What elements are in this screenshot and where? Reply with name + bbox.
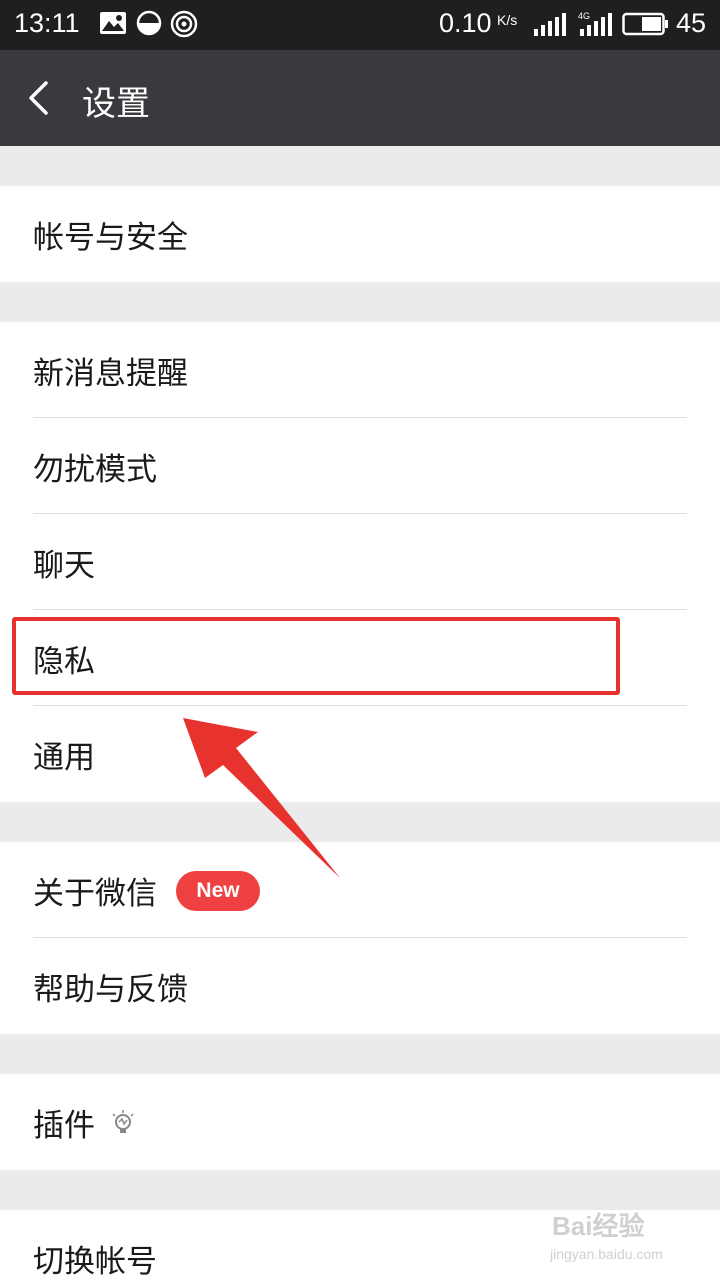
settings-item-label: 帮助与反馈: [33, 972, 188, 1008]
watermark-logo: Bai经验: [552, 1211, 645, 1241]
lightbulb-icon: [112, 1110, 134, 1133]
settings-item-label: 插件: [33, 1108, 95, 1144]
settings-item-account-security[interactable]: 帐号与安全: [0, 186, 720, 282]
settings-item-label: 勿扰模式: [33, 452, 157, 488]
settings-item-label: 通用: [33, 740, 95, 776]
back-chevron-icon[interactable]: [24, 80, 54, 116]
page-title: 设置: [82, 84, 150, 124]
settings-item-label: 帐号与安全: [33, 220, 188, 256]
settings-item-label: 隐私: [33, 644, 95, 680]
svg-text:4G: 4G: [578, 11, 590, 21]
status-time: 13:11: [14, 8, 80, 38]
battery-icon: [622, 12, 668, 36]
settings-item-label: 关于微信: [33, 876, 157, 912]
settings-item-about-wechat[interactable]: 关于微信 New: [0, 842, 720, 938]
data-saver-icon: [136, 10, 162, 36]
image-icon: [100, 12, 126, 34]
hotspot-icon: [170, 10, 198, 38]
baidu-jingyan-watermark: Bai经验 jingyan.baidu.com: [548, 1206, 708, 1266]
settings-item-help-feedback[interactable]: 帮助与反馈: [0, 938, 720, 1034]
net-speed-unit: K/s: [497, 12, 518, 28]
settings-item-label: 切换帐号: [33, 1244, 157, 1280]
watermark-url: jingyan.baidu.com: [550, 1246, 663, 1262]
new-badge: New: [176, 871, 260, 911]
settings-item-privacy[interactable]: 隐私: [0, 610, 720, 706]
settings-item-general[interactable]: 通用: [0, 706, 720, 802]
signal-icon: [534, 13, 566, 36]
settings-item-do-not-disturb[interactable]: 勿扰模式: [0, 418, 720, 514]
settings-item-label: 聊天: [33, 548, 95, 584]
net-speed: 0.10: [439, 8, 492, 38]
signal-4g-icon: 4G: [578, 11, 612, 36]
settings-item-notifications[interactable]: 新消息提醒: [0, 322, 720, 418]
settings-group-account: 帐号与安全: [0, 186, 720, 282]
title-bar: 设置: [0, 50, 720, 146]
settings-group-plugins: 插件: [0, 1074, 720, 1170]
settings-group-about: 关于微信 New 帮助与反馈: [0, 842, 720, 1034]
settings-group-main: 新消息提醒 勿扰模式 聊天 隐私 通用: [0, 322, 720, 802]
settings-item-chats[interactable]: 聊天: [0, 514, 720, 610]
battery-percent: 45: [676, 8, 707, 38]
settings-item-plugins[interactable]: 插件: [0, 1074, 720, 1170]
settings-item-label: 新消息提醒: [33, 356, 188, 392]
status-bar: 13:11 0.10 K/s 4G 45: [0, 0, 720, 50]
